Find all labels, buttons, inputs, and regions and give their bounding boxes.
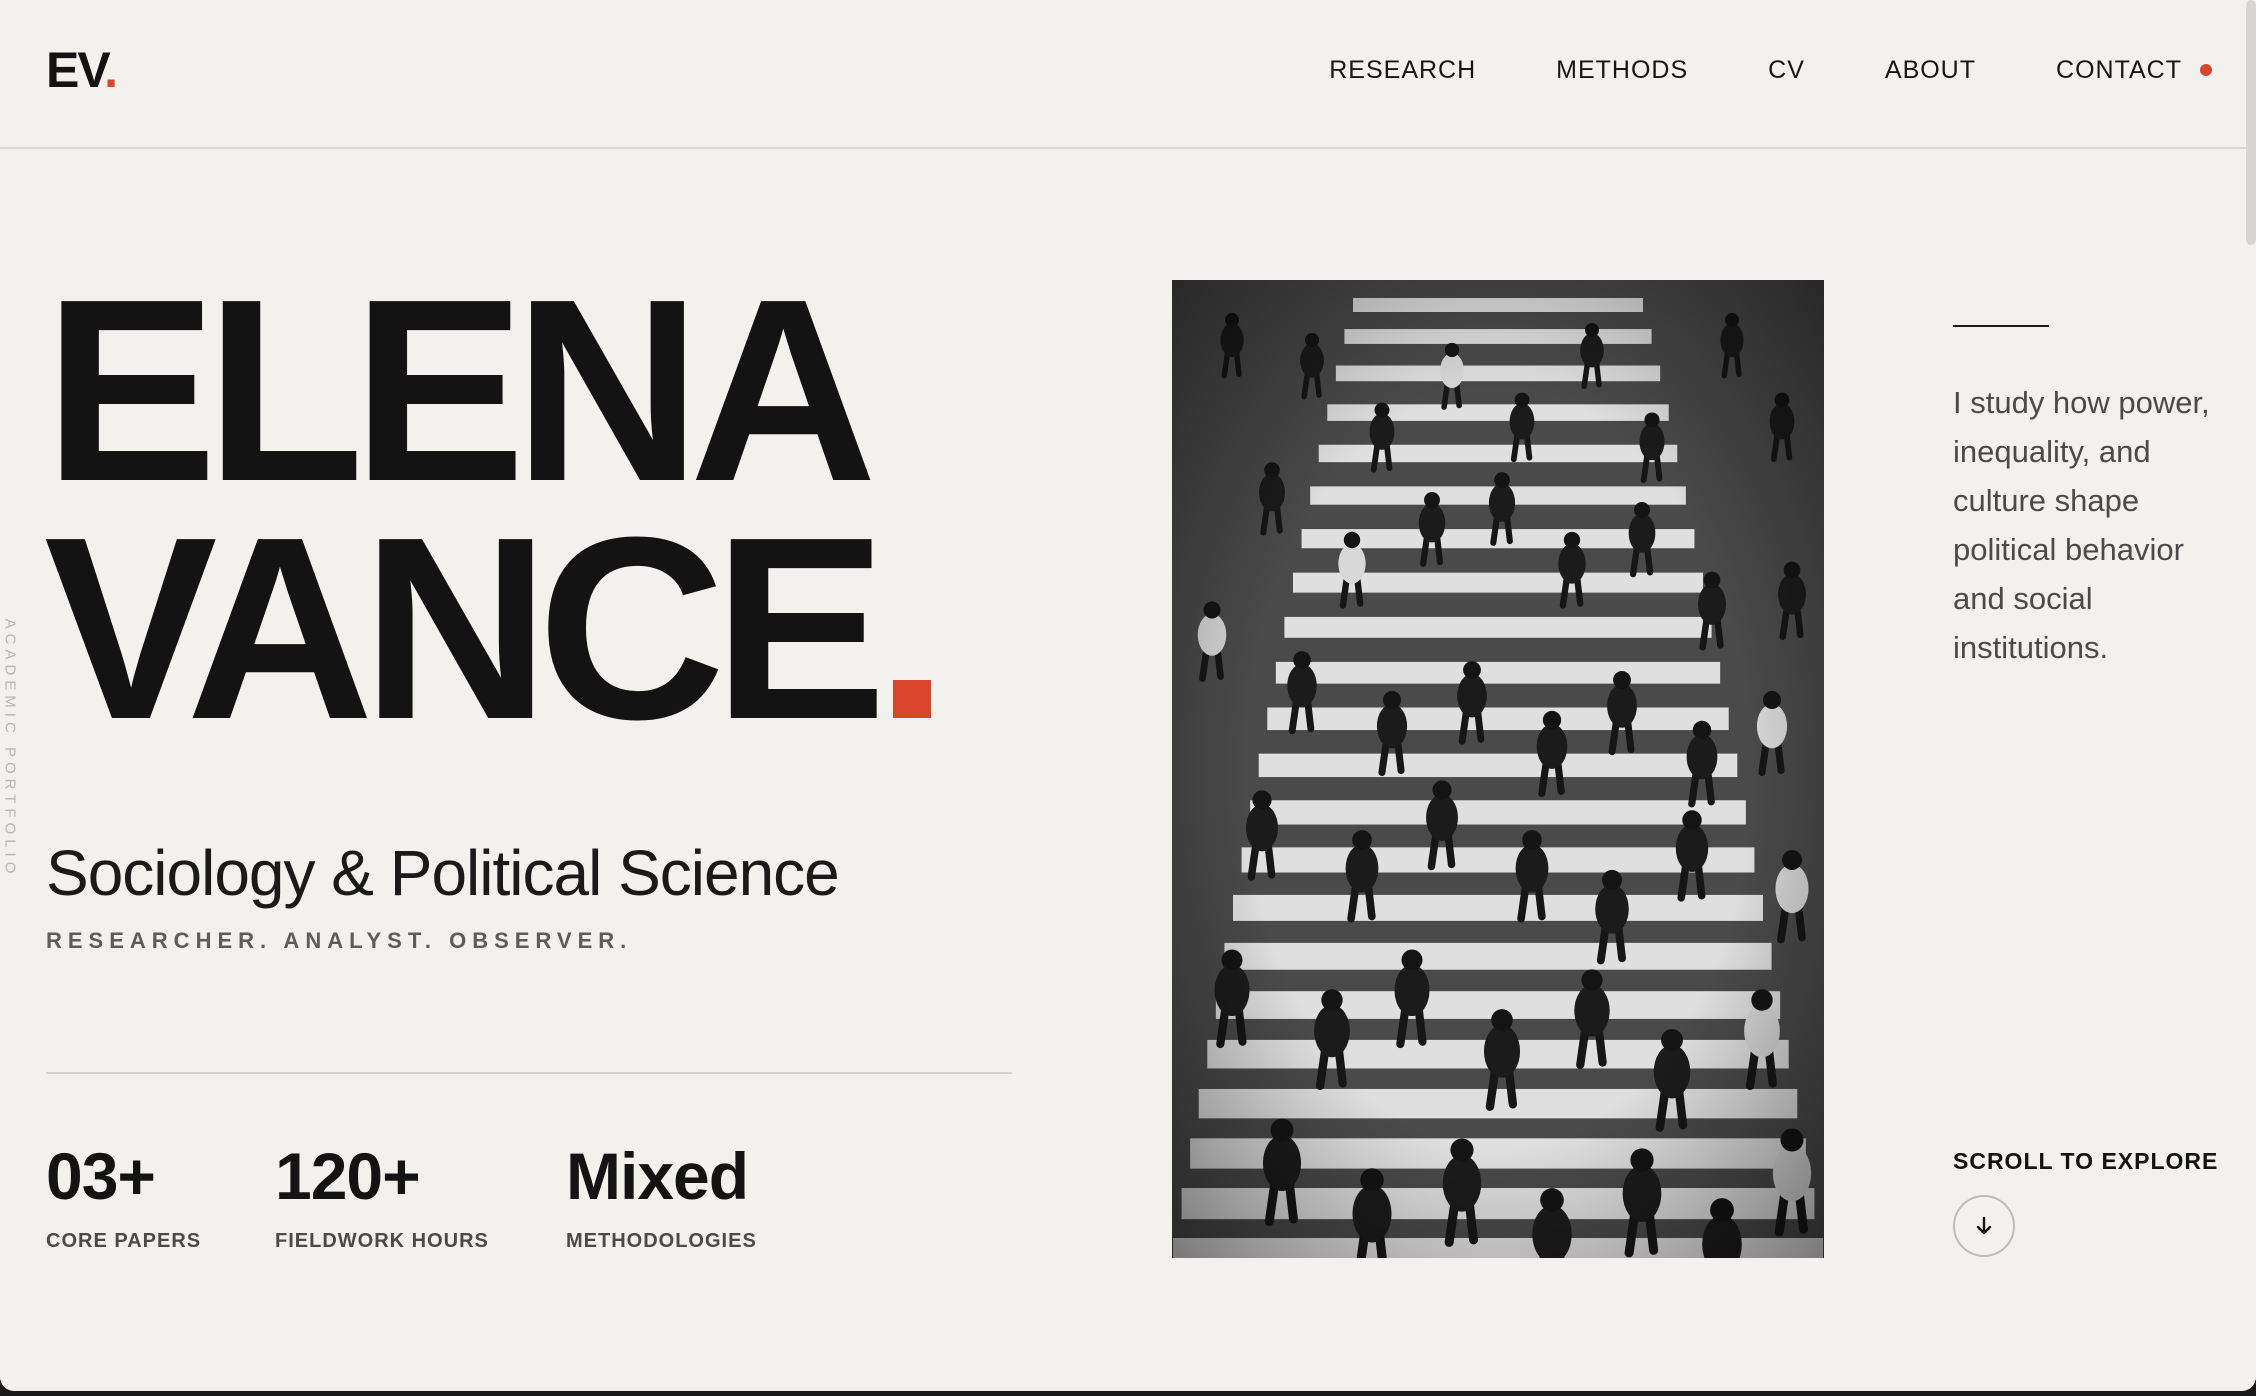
page: EV. RESEARCH METHODS CV ABOUT CONTACT AC… bbox=[0, 0, 2256, 1391]
stat-value: Mixed bbox=[566, 1139, 749, 1213]
bio-text: I study how power, inequality, and cultu… bbox=[1953, 385, 2210, 665]
stat-label: METHODOLOGIES bbox=[566, 1230, 757, 1252]
logo-text: EV bbox=[46, 42, 106, 98]
nav-cv[interactable]: CV bbox=[1768, 50, 1805, 90]
hero-first-name: ELENA bbox=[44, 246, 877, 536]
logo-dot: . bbox=[104, 42, 118, 98]
stat-label: FIELDWORK HOURS bbox=[275, 1230, 489, 1252]
accent-rule bbox=[1953, 325, 2049, 327]
stat-label: CORE PAPERS bbox=[46, 1230, 202, 1252]
nav-about[interactable]: ABOUT bbox=[1885, 50, 1976, 90]
scrollbar[interactable] bbox=[2246, 0, 2256, 245]
hero-name: ELENA VANCE bbox=[44, 246, 931, 759]
divider bbox=[46, 1072, 1012, 1074]
top-nav: EV. RESEARCH METHODS CV ABOUT CONTACT bbox=[0, 0, 2256, 149]
scroll-down-button[interactable] bbox=[1953, 1195, 2015, 1257]
accent-square bbox=[892, 680, 931, 718]
stat-fieldwork-hours: 120+ FIELDWORK HOURS bbox=[275, 1140, 489, 1253]
stat-value: 03+ bbox=[46, 1139, 156, 1213]
stat-methodologies: Mixed METHODOLOGIES bbox=[566, 1140, 757, 1253]
nav-contact[interactable]: CONTACT bbox=[2056, 50, 2212, 90]
nav-contact-label: CONTACT bbox=[2056, 56, 2182, 84]
side-vertical-text: ACADEMIC PORTFOLIO bbox=[1, 618, 19, 879]
logo[interactable]: EV. bbox=[46, 40, 118, 100]
hero-tagline: RESEARCHER. ANALYST. OBSERVER. bbox=[46, 928, 633, 953]
scroll-label: SCROLL TO EXPLORE bbox=[1953, 1148, 2219, 1174]
nav-methods[interactable]: METHODS bbox=[1556, 50, 1688, 90]
stat-core-papers: 03+ CORE PAPERS bbox=[46, 1140, 201, 1253]
hero-last-name-line: VANCE bbox=[44, 499, 931, 759]
stat-value: 120+ bbox=[275, 1139, 421, 1213]
hero-photo-crosswalk bbox=[1172, 280, 1824, 1258]
contact-status-dot bbox=[2200, 64, 2212, 76]
hero-last-name: VANCE bbox=[44, 484, 887, 774]
nav-research[interactable]: RESEARCH bbox=[1329, 50, 1476, 90]
arrow-down-icon bbox=[1976, 1216, 1992, 1235]
hero-subtitle: Sociology & Political Science bbox=[46, 837, 840, 909]
nav-links: RESEARCH METHODS CV ABOUT CONTACT bbox=[1249, 50, 2212, 90]
